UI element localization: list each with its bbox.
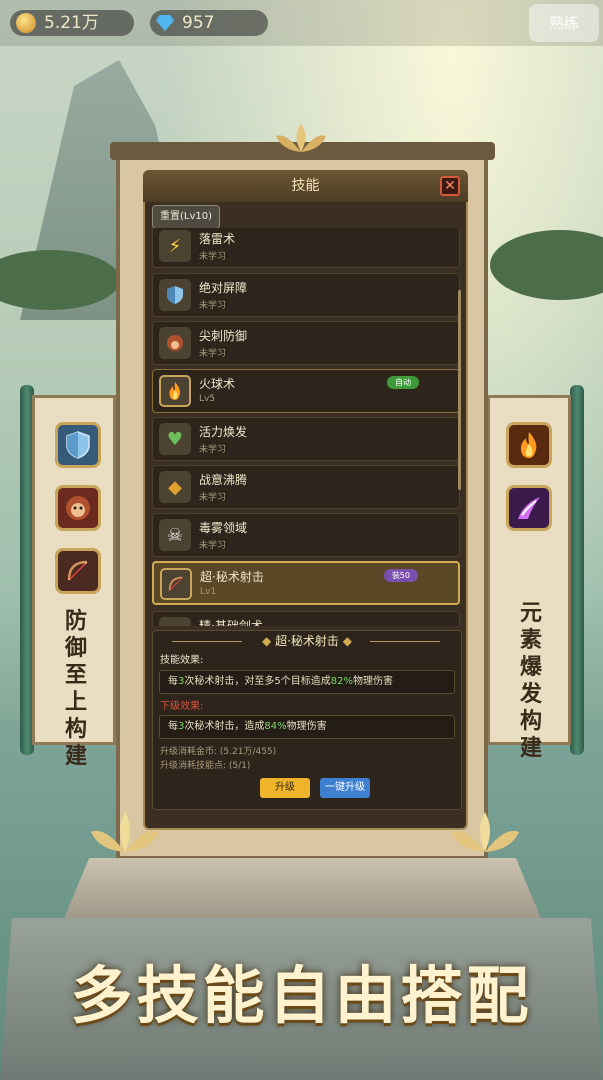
lightning-icon: ⚡: [159, 230, 191, 262]
diamond-ornament-icon: ◆: [338, 634, 352, 648]
skill-point-cost: 升级消耗技能点: (5/1): [160, 761, 251, 771]
lotus-ornament-icon: [276, 124, 326, 152]
reset-button[interactable]: 重置(Lv10): [152, 205, 220, 229]
skill-row[interactable]: ♥ 活力焕发 未学习: [152, 417, 460, 461]
slogan-text: 多技能自由搭配: [70, 959, 533, 1032]
gem-value: 957: [182, 13, 215, 33]
lotus-right-icon: [451, 812, 519, 852]
equip-badge: 装50: [383, 569, 418, 582]
skill-status: 未学习: [199, 252, 227, 262]
detail-title: ◆ 超·秘术射击 ◆: [262, 634, 352, 648]
panel-title: 技能: [143, 170, 468, 202]
arcane-burst-icon: [506, 485, 552, 531]
skill-status: Lv1: [200, 587, 217, 597]
skill-row[interactable]: 尖刺防御 未学习: [152, 321, 460, 365]
diamond-icon: ◆: [159, 471, 191, 503]
spike-beast-icon: [159, 327, 191, 359]
fire-icon: [159, 375, 191, 407]
skill-row[interactable]: ☠ 毒雾领域 未学习: [152, 513, 460, 557]
shield-icon: [159, 279, 191, 311]
skill-name: 火球术: [199, 377, 236, 391]
current-effect: 每3次秘术射击，对至多5个目标造成82%物理伤害: [159, 670, 455, 694]
skill-name: 尖刺防御: [199, 329, 248, 343]
skill-row[interactable]: 火球术 Lv5 自动: [152, 369, 460, 413]
skull-icon: ☠: [159, 519, 191, 551]
left-build-text: 防御至上构建: [64, 608, 87, 769]
scrollbar[interactable]: [458, 290, 461, 490]
skill-name: 超·秘术射击: [200, 570, 264, 584]
skill-status: 未学习: [199, 445, 227, 455]
pedestal: [60, 858, 545, 928]
lotus-left-icon: [91, 812, 159, 852]
skill-row-selected[interactable]: 超·秘术射击 Lv1 装50: [152, 561, 460, 605]
right-scroll-rod: [570, 385, 584, 755]
skill-name: 落雷术: [199, 232, 236, 246]
next-effect: 每3次秘术射击，造成84%物理伤害: [159, 715, 455, 739]
skill-name: 精·基础剑术: [199, 619, 263, 626]
gold-value: 5.21万: [44, 13, 99, 33]
upgrade-all-button[interactable]: 一键升级: [320, 778, 370, 798]
skill-status: 未学习: [199, 349, 227, 359]
gold-counter[interactable]: 5.21万: [10, 10, 134, 36]
close-icon[interactable]: ✕: [440, 176, 460, 196]
fire-icon: [506, 422, 552, 468]
diamond-ornament-icon: ◆: [262, 634, 276, 648]
shield-icon: [55, 422, 101, 468]
top-right-button[interactable]: 熟练: [529, 4, 599, 42]
effect-label: 技能效果:: [160, 655, 204, 666]
sword-icon: †: [159, 617, 191, 626]
upgrade-button[interactable]: 升级: [260, 778, 310, 798]
gem-counter[interactable]: 957: [150, 10, 268, 36]
auto-badge: 自动: [387, 376, 419, 389]
beast-icon: [55, 485, 101, 531]
right-build-text: 元素爆发构建: [519, 600, 542, 761]
skill-status: 未学习: [199, 493, 227, 503]
heart-icon: ♥: [159, 423, 191, 455]
skill-name: 活力焕发: [199, 425, 248, 439]
skill-name: 绝对屏障: [199, 281, 248, 295]
skill-name: 毒雾领域: [199, 521, 248, 535]
bow-icon: [160, 568, 192, 600]
skill-row[interactable]: 绝对屏障 未学习: [152, 273, 460, 317]
next-effect-label: 下级效果:: [160, 701, 204, 712]
diamond-gem-icon: [156, 15, 174, 31]
skill-name: 战意沸腾: [199, 473, 248, 487]
skill-status: Lv5: [199, 394, 216, 404]
bow-icon: [55, 548, 101, 594]
gold-coin-icon: [16, 13, 36, 33]
skill-row[interactable]: ◆ 战意沸腾 未学习: [152, 465, 460, 509]
gold-cost: 升级消耗金币: (5.21万/455): [160, 747, 277, 757]
skill-row[interactable]: ⚡ 落雷术 未学习: [152, 228, 460, 268]
skill-status: 未学习: [199, 541, 227, 551]
skill-status: 未学习: [199, 301, 227, 311]
skill-row[interactable]: † 精·基础剑术: [152, 611, 460, 626]
skill-list[interactable]: ⚡ 落雷术 未学习 绝对屏障 未学习 尖刺防御 未学习 火球术 Lv5 自动 ♥…: [152, 228, 462, 626]
